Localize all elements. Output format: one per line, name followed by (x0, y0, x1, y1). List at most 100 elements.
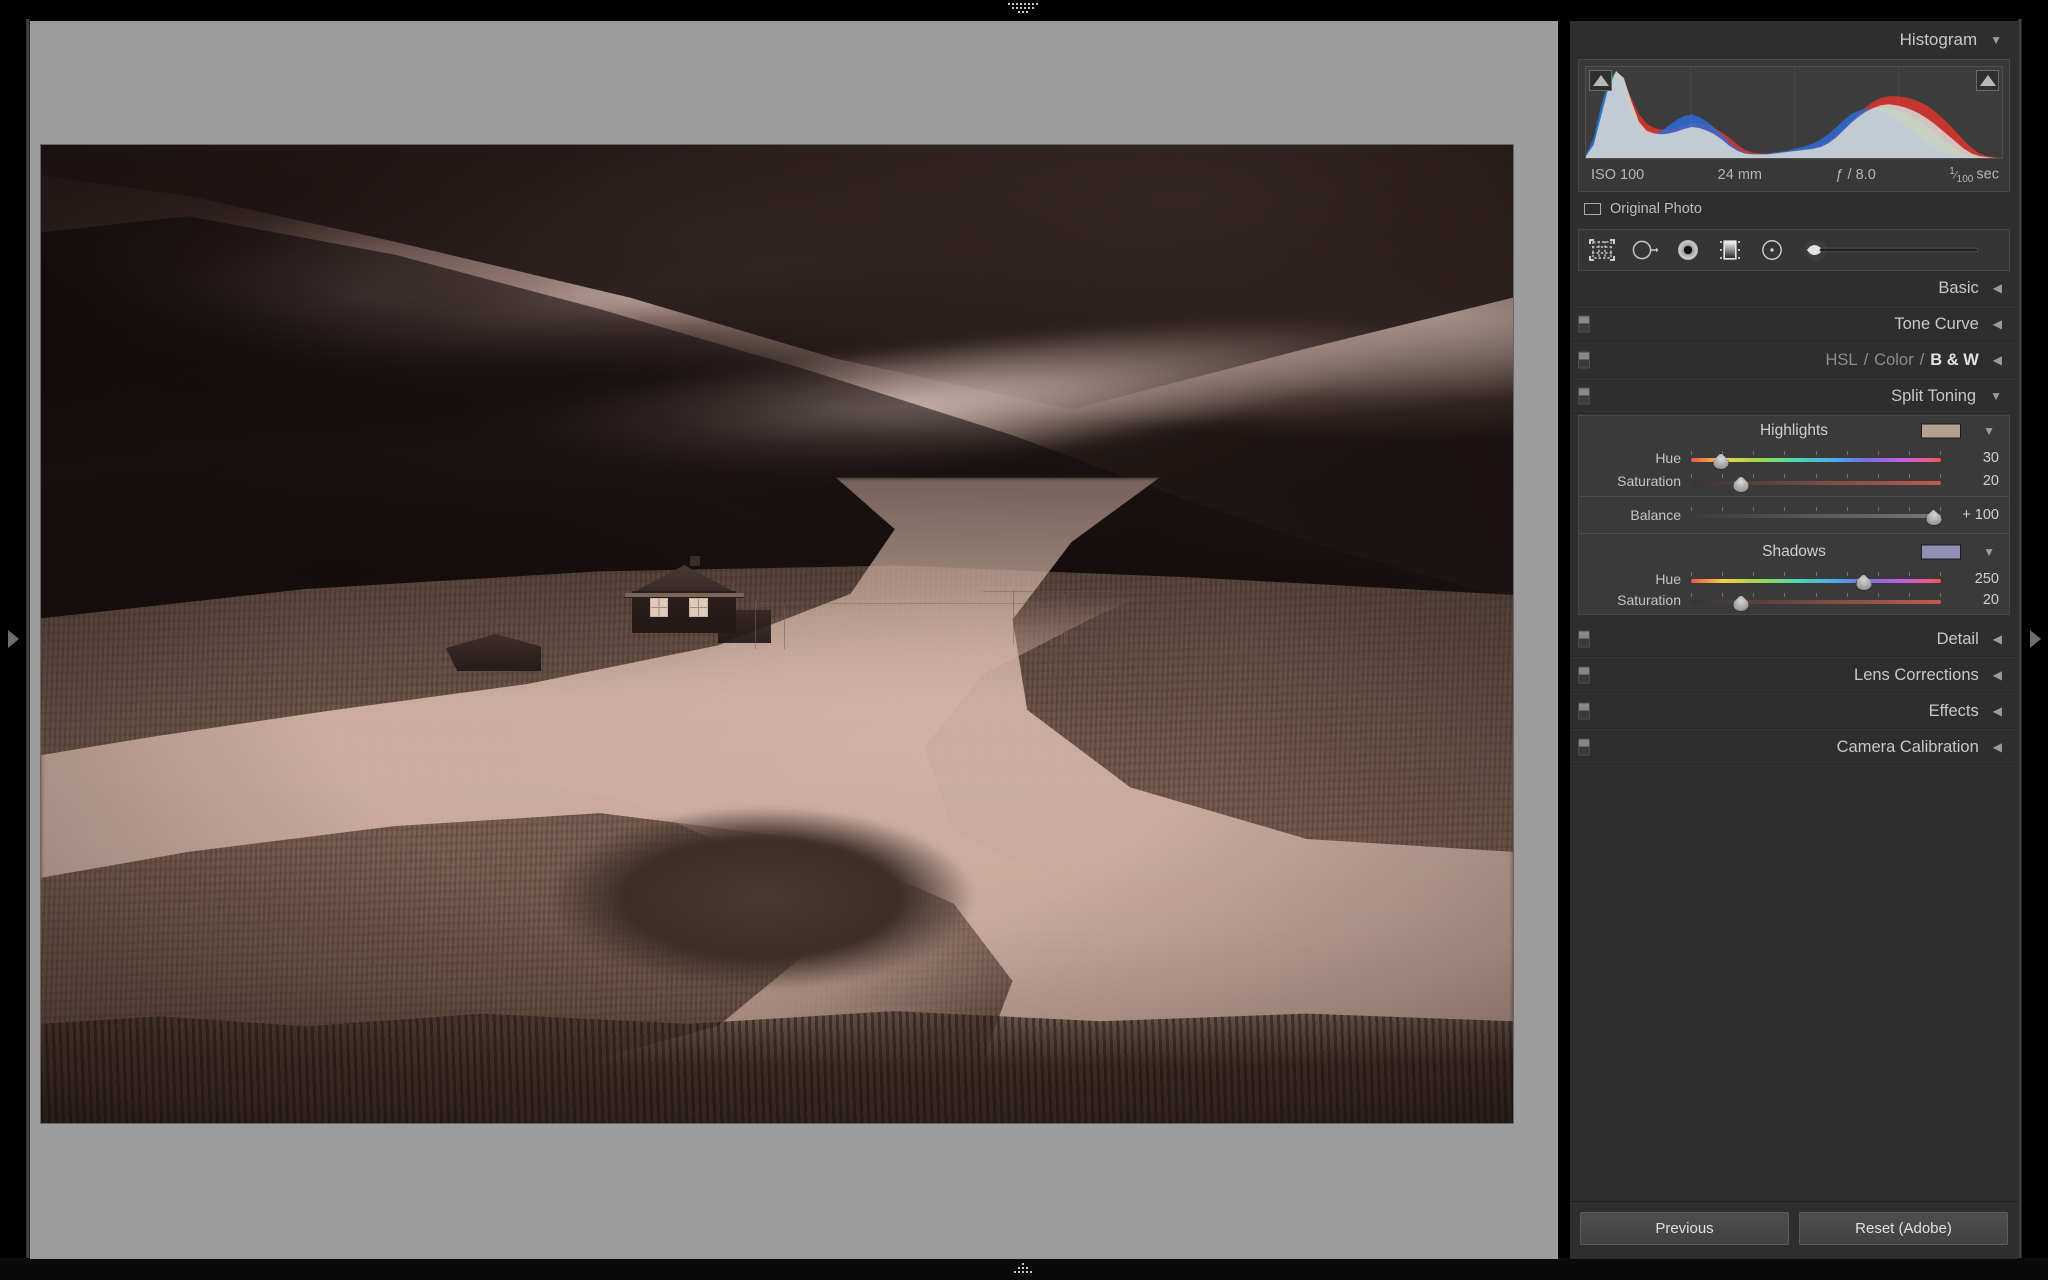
balance-value[interactable]: + 100 (1941, 507, 2003, 523)
section-separator: / (1863, 350, 1869, 369)
photo-preview[interactable] (41, 145, 1513, 1123)
highlights-color-swatch[interactable] (1921, 423, 1961, 439)
chevron-left-icon: ◀ (1992, 317, 2002, 332)
highlights-hue-label: Hue (1655, 450, 1681, 467)
previous-button[interactable]: Previous (1580, 1212, 1789, 1245)
highlights-saturation-track[interactable] (1691, 473, 1941, 493)
section-switch-effects[interactable] (1578, 702, 1590, 720)
balance-knob[interactable] (1925, 509, 1942, 527)
highlight-clipping-indicator-button[interactable] (1976, 70, 1999, 91)
shadows-color-swatch[interactable] (1921, 544, 1961, 560)
section-tab-bw[interactable]: B & W (1930, 351, 1979, 370)
exif-shutter-speed[interactable]: 1⁄100 sec (1949, 166, 1999, 185)
exif-iso[interactable]: ISO 100 (1591, 167, 1644, 183)
section-tab-hsl[interactable]: HSL (1825, 351, 1857, 370)
split-toning-shadows-group: Shadows ▼ (1579, 537, 2009, 568)
original-photo-checkbox-icon[interactable] (1584, 202, 1601, 215)
histogram-plot[interactable] (1585, 66, 2003, 159)
shadows-saturation-label: Saturation (1617, 592, 1681, 609)
chevron-down-icon: ▼ (1990, 33, 2002, 47)
dot-grid-triangle-up-icon (1014, 1262, 1032, 1273)
slider-row-highlights-hue[interactable]: Hue 30 (1579, 447, 2009, 470)
lightroom-develop-window: Histogram ▼ ISO 100 24 mm ƒ / 8.0 1⁄100 … (0, 0, 2048, 1280)
section-title-camera-calibration: Camera Calibration (1836, 737, 1979, 756)
left-panel-expand-button[interactable] (0, 19, 26, 1258)
section-header-camera-calibration[interactable]: Camera Calibration ◀ (1570, 729, 2018, 766)
red-eye-correction-icon[interactable] (1675, 238, 1701, 262)
highlights-hue-value[interactable]: 30 (1941, 450, 2003, 466)
radial-filter-icon[interactable] (1759, 238, 1785, 262)
develop-right-panel: Histogram ▼ ISO 100 24 mm ƒ / 8.0 1⁄100 … (1570, 21, 2018, 1259)
slider-row-shadows-saturation[interactable]: Saturation 20 (1579, 591, 2009, 614)
section-header-split-toning[interactable]: Split Toning ▼ (1570, 378, 2018, 415)
adjustment-brush-icon[interactable] (1801, 238, 1999, 262)
shadows-hue-value[interactable]: 250 (1941, 571, 2003, 587)
shadow-clipping-indicator-button[interactable] (1589, 70, 1612, 91)
shadows-saturation-track[interactable] (1691, 592, 1941, 612)
slider-row-balance[interactable]: Balance + 100 (1579, 500, 2009, 530)
crop-overlay-icon[interactable] (1589, 238, 1615, 262)
split-toning-body: Highlights ▼ Hue 30 Saturation 20 Balanc… (1578, 414, 2010, 615)
section-separator: / (1919, 350, 1925, 369)
section-switch-split-toning[interactable] (1578, 387, 1590, 405)
slider-row-highlights-saturation[interactable]: Saturation 20 (1579, 470, 2009, 493)
section-switch-lens-corrections[interactable] (1578, 666, 1590, 684)
exif-shutter-denominator: 100 (1956, 173, 1974, 185)
section-header-detail[interactable]: Detail ◀ (1570, 621, 2018, 658)
highlights-saturation-knob[interactable] (1732, 475, 1750, 493)
section-header-lens-corrections[interactable]: Lens Corrections ◀ (1570, 657, 2018, 694)
highlights-hue-track[interactable] (1691, 450, 1941, 470)
shadows-hue-track[interactable] (1691, 571, 1941, 591)
shadows-saturation-value[interactable]: 20 (1941, 592, 2003, 608)
section-switch-detail[interactable] (1578, 630, 1590, 648)
balance-label: Balance (1630, 506, 1681, 523)
section-title-lens-corrections: Lens Corrections (1854, 665, 1979, 684)
chevron-left-icon: ◀ (1992, 281, 2002, 296)
section-header-hsl-color-bw[interactable]: HSL / Color / B & W ◀ (1570, 342, 2018, 379)
section-header-tone-curve[interactable]: Tone Curve ◀ (1570, 306, 2018, 343)
shadow-clipping-triangle-icon (1592, 75, 1609, 86)
section-title-split-toning: Split Toning (1891, 386, 1977, 405)
split-toning-divider (1579, 495, 2009, 497)
reset-adobe-button[interactable]: Reset (Adobe) (1799, 1212, 2008, 1245)
chevron-left-icon: ◀ (1992, 668, 2002, 683)
exif-aperture[interactable]: ƒ / 8.0 (1835, 167, 1875, 183)
right-panel-divider[interactable] (2018, 19, 2022, 1258)
shadows-saturation-knob[interactable] (1732, 594, 1750, 612)
section-switch-hsl-color-bw[interactable] (1578, 351, 1590, 369)
slider-row-shadows-hue[interactable]: Hue 250 (1579, 568, 2009, 591)
exif-focal-length[interactable]: 24 mm (1718, 167, 1762, 183)
histogram-exif-row: ISO 100 24 mm ƒ / 8.0 1⁄100 sec (1585, 159, 2003, 191)
right-panel-scroll-area[interactable]: Histogram ▼ ISO 100 24 mm ƒ / 8.0 1⁄100 … (1570, 21, 2018, 1201)
split-toning-divider (1579, 532, 2009, 534)
image-canvas[interactable] (30, 21, 1558, 1259)
histogram-panel-header[interactable]: Histogram ▼ (1570, 21, 2018, 59)
highlights-saturation-value[interactable]: 20 (1941, 473, 2003, 489)
develop-tool-strip[interactable] (1578, 228, 2010, 271)
section-header-basic[interactable]: Basic ◀ (1570, 270, 2018, 307)
balance-track[interactable] (1691, 506, 1942, 527)
section-tab-color[interactable]: Color (1874, 351, 1913, 370)
section-switch-camera-calibration[interactable] (1578, 738, 1590, 756)
chevron-down-icon[interactable]: ▼ (1983, 545, 1995, 559)
section-title-tone-curve: Tone Curve (1894, 314, 1979, 333)
section-header-effects[interactable]: Effects ◀ (1570, 693, 2018, 730)
shadows-hue-knob[interactable] (1855, 573, 1872, 591)
highlights-label: Highlights (1759, 422, 1829, 440)
highlight-clipping-triangle-icon (1979, 75, 1996, 86)
develop-panel-footer: Previous Reset (Adobe) (1570, 1201, 2018, 1259)
graduated-filter-icon[interactable] (1717, 238, 1743, 262)
chevron-left-icon: ◀ (1992, 353, 2002, 368)
chevron-left-icon: ◀ (1992, 704, 2002, 719)
spot-removal-icon[interactable] (1631, 238, 1659, 262)
chevron-down-icon[interactable]: ▼ (1983, 424, 1995, 438)
panel-expand-right-icon (2029, 629, 2041, 648)
photo-vignette (41, 145, 1513, 1123)
bottom-panel-handle[interactable] (0, 1258, 2048, 1280)
section-switch-tone-curve[interactable] (1578, 315, 1590, 333)
right-panel-expand-button[interactable] (2022, 19, 2048, 1258)
highlights-hue-knob[interactable] (1712, 452, 1730, 470)
top-panel-handle[interactable] (0, 0, 2048, 19)
original-photo-label: Original Photo (1610, 200, 1702, 217)
original-photo-toggle[interactable]: Original Photo (1570, 192, 2018, 227)
